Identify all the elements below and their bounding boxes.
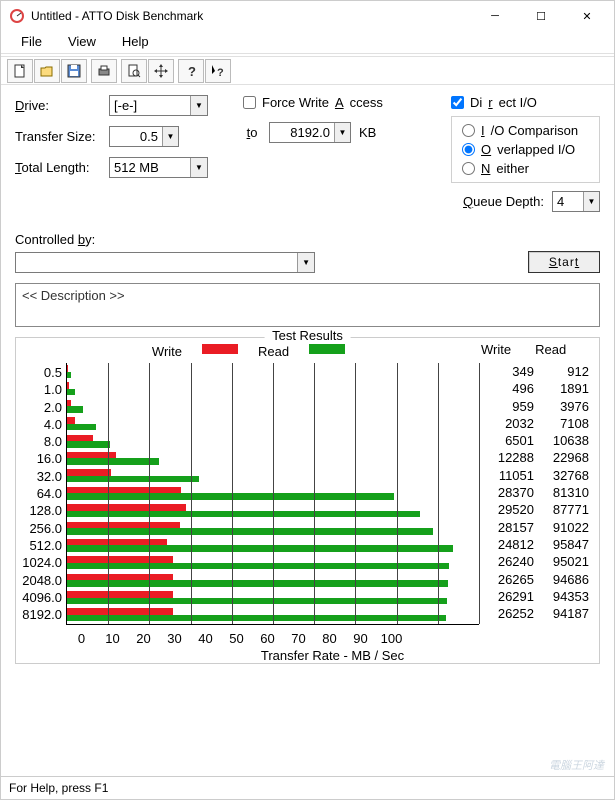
values-column: 3499124961891959397620327108650110638122… <box>479 363 591 625</box>
menu-file[interactable]: File <box>9 33 54 50</box>
help-icon[interactable]: ? <box>178 59 204 83</box>
x-axis-labels: 0102030405060708090100 <box>66 631 599 646</box>
chart-area: 0.51.02.04.08.016.032.064.0128.0256.0512… <box>16 363 599 631</box>
toolbar: ? ? <box>1 57 614 85</box>
drive-select[interactable]: ▼ <box>109 95 208 116</box>
force-write-checkbox[interactable]: Force Write Access <box>243 95 383 110</box>
save-icon[interactable] <box>61 59 87 83</box>
svg-text:?: ? <box>188 64 196 79</box>
menu-view[interactable]: View <box>56 33 108 50</box>
status-bar: For Help, press F1 <box>1 776 614 799</box>
preview-icon[interactable] <box>121 59 147 83</box>
controlled-by-select[interactable]: ▼ <box>15 252 315 273</box>
chart-legend: Write Read <box>16 342 481 363</box>
chevron-down-icon[interactable]: ▼ <box>190 158 207 177</box>
y-axis-labels: 0.51.02.04.08.016.032.064.0128.0256.0512… <box>20 363 66 625</box>
title-bar: Untitled - ATTO Disk Benchmark ─ ☐ ✕ <box>1 1 614 31</box>
description-field[interactable]: << Description >> <box>15 283 600 327</box>
overlapped-io-radio[interactable]: Overlapped I/O <box>462 142 589 157</box>
io-comparison-radio[interactable]: I/O Comparison <box>462 123 589 138</box>
minimize-button[interactable]: ─ <box>472 1 518 31</box>
total-length-label: Total Length: <box>15 160 101 175</box>
chevron-down-icon[interactable]: ▼ <box>334 123 350 142</box>
values-header: WriteRead <box>481 342 599 357</box>
results-panel: Test Results Write Read WriteRead 0.51.0… <box>15 337 600 664</box>
transfer-to-select[interactable]: ▼ <box>269 122 351 143</box>
new-icon[interactable] <box>7 59 33 83</box>
read-swatch <box>309 344 345 354</box>
transfer-size-label: Transfer Size: <box>15 129 101 144</box>
neither-radio[interactable]: Neither <box>462 161 589 176</box>
results-label: Test Results <box>264 328 351 343</box>
queue-depth-label: Queue Depth: <box>463 194 544 209</box>
move-icon[interactable] <box>148 59 174 83</box>
chevron-down-icon[interactable]: ▼ <box>190 96 207 115</box>
menu-bar: File View Help <box>1 31 614 51</box>
svg-text:?: ? <box>217 67 224 79</box>
to-label: to <box>243 125 261 140</box>
app-icon <box>9 8 25 24</box>
plot-area <box>66 363 479 625</box>
print-icon[interactable] <box>91 59 117 83</box>
chevron-down-icon[interactable]: ▼ <box>162 127 178 146</box>
start-button[interactable]: Start <box>528 251 600 273</box>
window-title: Untitled - ATTO Disk Benchmark <box>31 9 472 23</box>
chevron-down-icon[interactable]: ▼ <box>297 253 314 272</box>
transfer-from-select[interactable]: ▼ <box>109 126 179 147</box>
watermark: 電腦王阿達 <box>549 757 604 773</box>
total-length-select[interactable]: ▼ <box>109 157 208 178</box>
write-swatch <box>202 344 238 354</box>
whatsthis-icon[interactable]: ? <box>205 59 231 83</box>
maximize-button[interactable]: ☐ <box>518 1 564 31</box>
direct-io-checkbox[interactable]: Direct I/O <box>451 95 537 110</box>
open-icon[interactable] <box>34 59 60 83</box>
x-axis-title: Transfer Rate - MB / Sec <box>66 648 599 663</box>
kb-label: KB <box>359 125 376 140</box>
chevron-down-icon[interactable]: ▼ <box>583 192 599 211</box>
queue-depth-select[interactable]: ▼ <box>552 191 600 212</box>
menu-help[interactable]: Help <box>110 33 161 50</box>
controlled-by-label: Controlled by: <box>15 232 95 247</box>
drive-label: Drive: <box>15 98 101 113</box>
close-button[interactable]: ✕ <box>564 1 610 31</box>
io-mode-group: I/O Comparison Overlapped I/O Neither <box>451 116 600 183</box>
